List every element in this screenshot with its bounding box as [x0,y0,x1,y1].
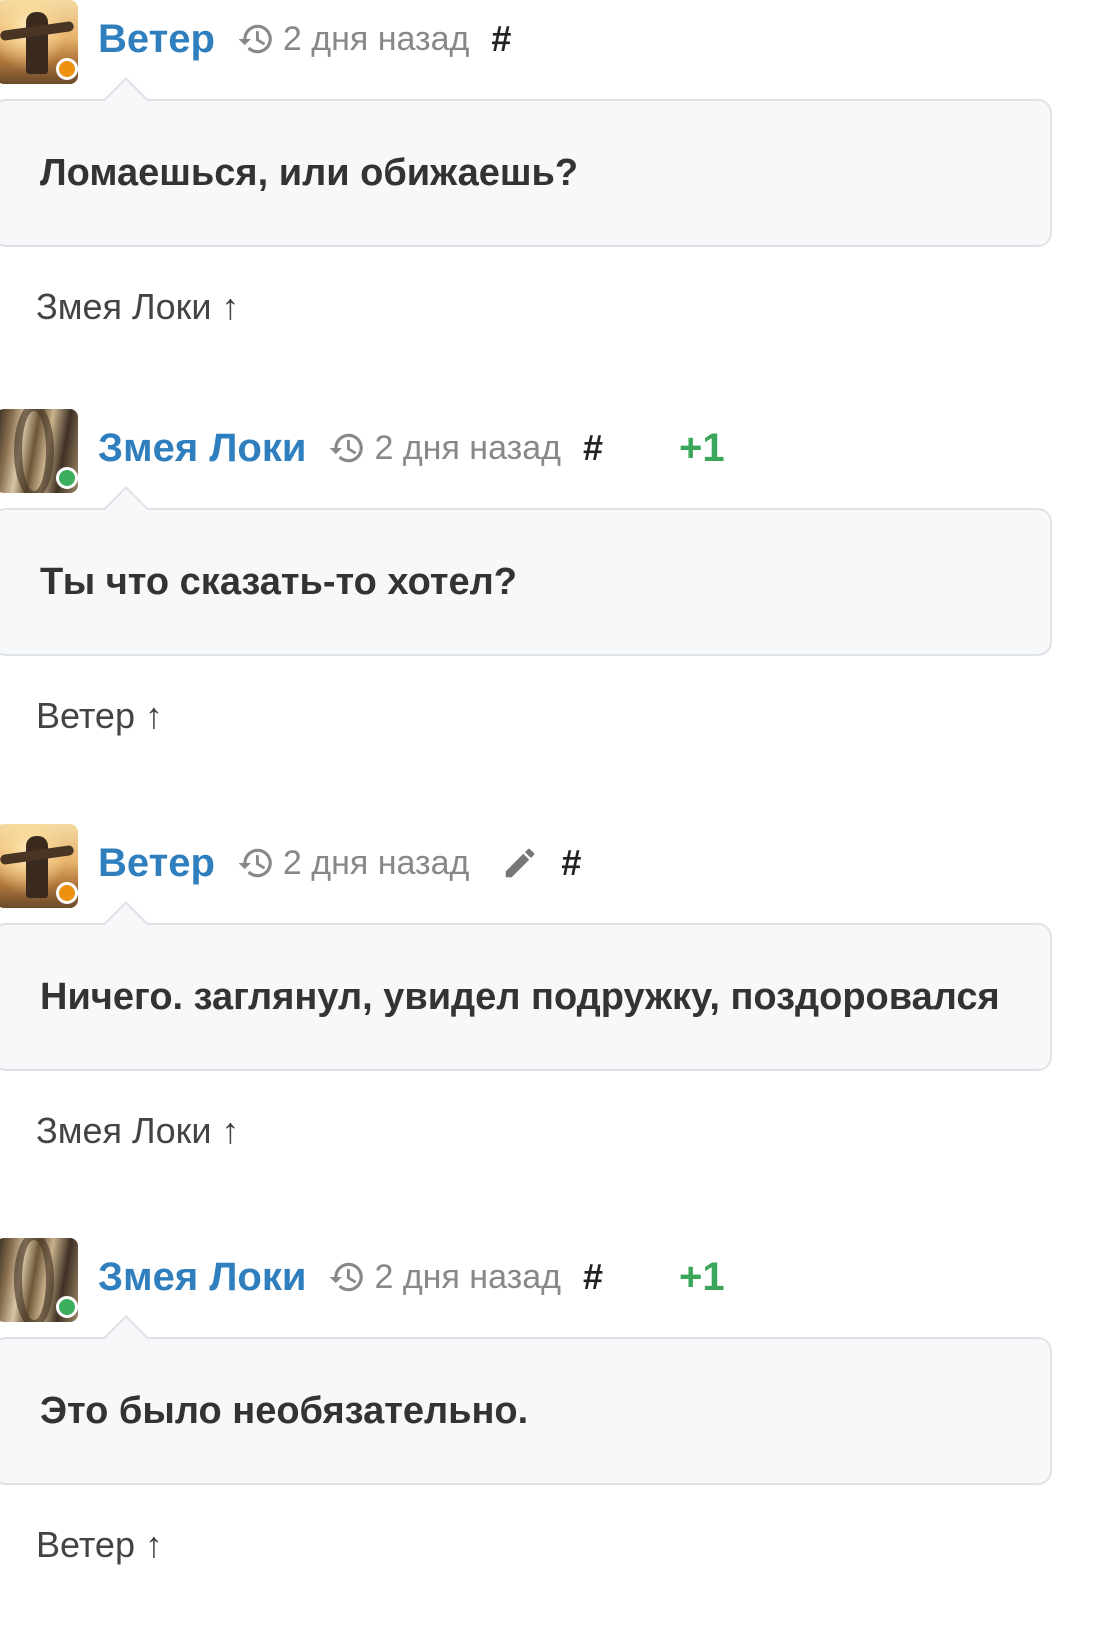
avatar-coil [14,409,54,493]
comment-1: Ветер 2 дня назад # Ломаешься, или обижа… [0,0,1094,400]
avatar-figure [26,836,48,898]
history-icon [328,429,366,467]
comment-text: Ты что сказать-то хотел? [40,560,517,603]
comment-text: Ничего. заглянул, увидел подружку, поздо… [40,975,1000,1018]
comment-3: Ветер 2 дня назад # Ничего. заглянул, ув… [0,824,1094,1224]
status-online-indicator [56,1296,78,1318]
comment-bubble: Ты что сказать-то хотел? [0,486,1052,656]
status-away-indicator [56,882,78,904]
status-away-indicator [56,58,78,80]
pencil-icon[interactable] [501,844,539,882]
comment-thread: Ветер 2 дня назад # Ломаешься, или обижа… [0,0,1094,1648]
comment-bubble: Это было необязательно. [0,1315,1052,1485]
author-link[interactable]: Змея Локи [98,426,306,471]
comment-meta: Змея Локи 2 дня назад # +1 [98,415,725,481]
reply-to-link[interactable]: Ветер ↑ [36,1524,163,1566]
comment-meta: Змея Локи 2 дня назад # +1 [98,1244,725,1310]
comment-time: 2 дня назад [374,1257,561,1296]
comment-text: Ломаешься, или обижаешь? [40,151,579,194]
comment-bubble: Ломаешься, или обижаешь? [0,77,1052,247]
permalink-link[interactable]: # [491,18,511,60]
vote-score: +1 [678,1254,725,1299]
permalink-link[interactable]: # [583,1256,603,1298]
permalink-link[interactable]: # [561,842,581,884]
avatar-figure [26,12,48,74]
comment-2: Змея Локи 2 дня назад # +1 Ты что сказат… [0,409,1094,809]
author-link[interactable]: Ветер [98,841,215,886]
comment-text: Это было необязательно. [40,1389,529,1432]
comment-4: Змея Локи 2 дня назад # +1 Это было необ… [0,1238,1094,1638]
comment-meta: Ветер 2 дня назад # [98,6,511,72]
comment-time: 2 дня назад [374,428,561,467]
comment-bubble: Ничего. заглянул, увидел подружку, поздо… [0,901,1052,1071]
status-online-indicator [56,467,78,489]
author-link[interactable]: Ветер [98,17,215,62]
comment-time: 2 дня назад [282,19,470,58]
reply-to-link[interactable]: Ветер ↑ [36,695,163,737]
permalink-link[interactable]: # [583,427,603,469]
reply-to-link[interactable]: Змея Локи ↑ [36,1110,240,1152]
reply-to-link[interactable]: Змея Локи ↑ [36,286,240,328]
avatar-coil [14,1238,54,1322]
author-link[interactable]: Змея Локи [98,1255,306,1300]
history-icon [328,1258,366,1296]
history-icon [237,844,275,882]
comment-time: 2 дня назад [282,843,470,882]
vote-score: +1 [678,425,725,470]
comment-meta: Ветер 2 дня назад # [98,830,581,896]
history-icon [237,20,275,58]
